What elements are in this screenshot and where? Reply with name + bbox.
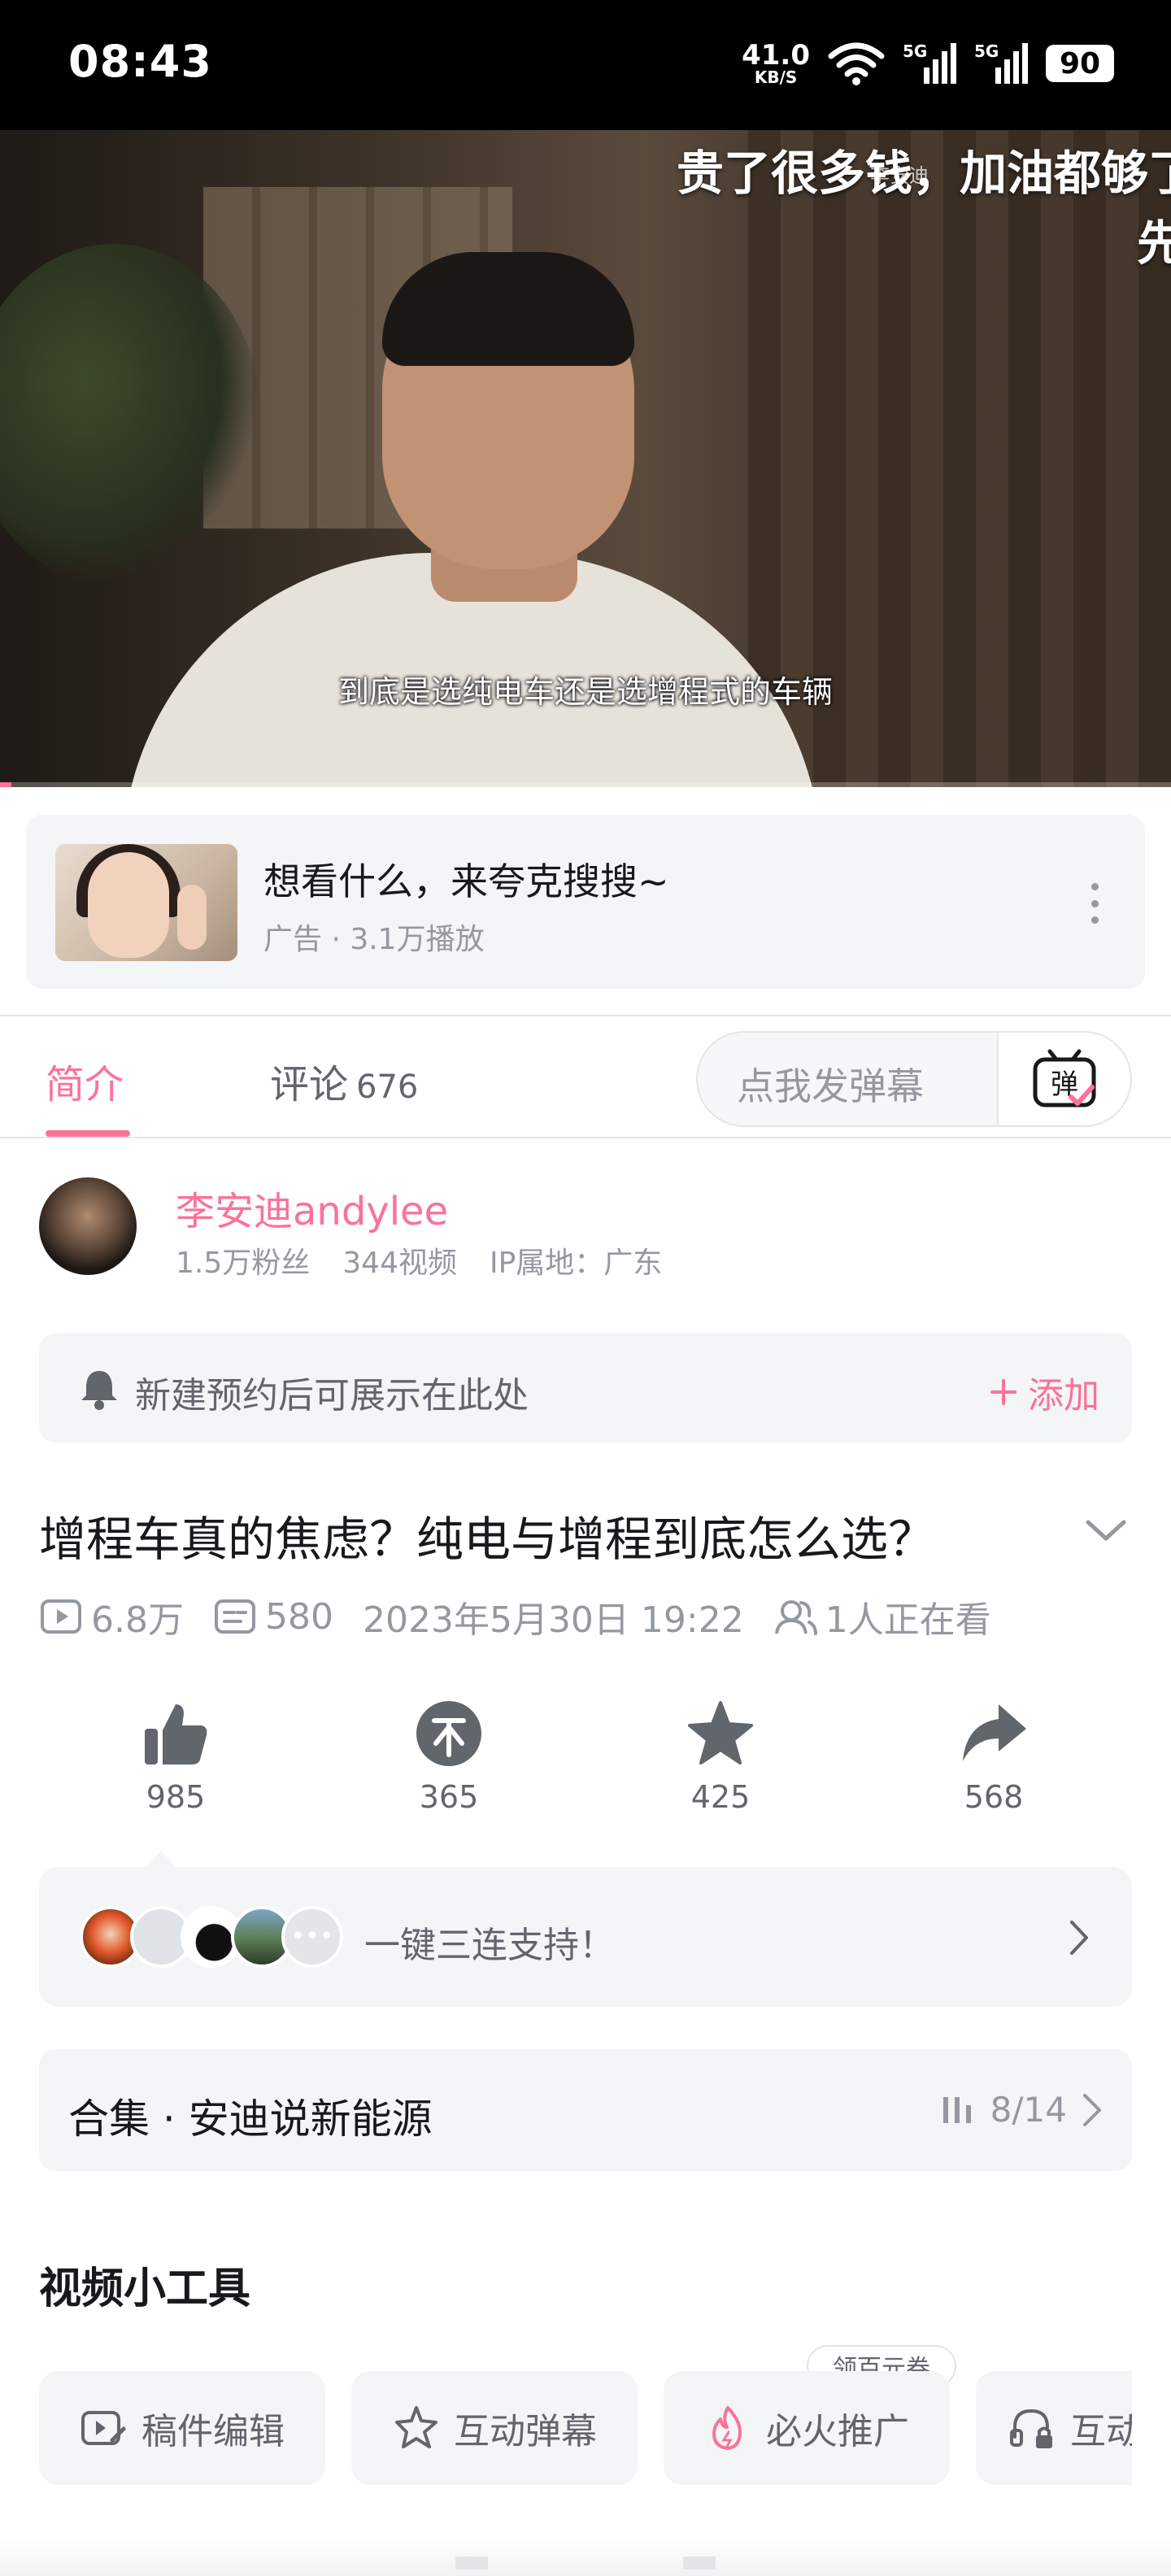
status-bar: 08:43 41.0 KB/S 5G 5G 90 <box>0 0 1171 130</box>
ad-meta: 广告 · 3.1万播放 <box>263 923 485 956</box>
battery-indicator: 90 <box>1046 45 1114 82</box>
coin-icon <box>416 1701 481 1766</box>
network-speed-value: 41.0 <box>742 39 810 72</box>
tool-label: 互动弹幕 <box>454 2411 597 2452</box>
uploader-fans: 1.5万粉丝 <box>176 1247 311 1280</box>
ad-thumbnail <box>55 844 237 961</box>
flame-icon <box>712 2406 742 2450</box>
chevron-down-icon[interactable] <box>1083 1514 1129 1547</box>
tab-intro[interactable]: 简介 <box>46 1052 124 1109</box>
play-count-icon <box>41 1599 81 1634</box>
video-player[interactable]: 贵了很多钱，加油都够了 李安迪 先 到底是选纯电车还是选增程式的车辆 <box>0 130 1171 787</box>
svg-text:弹: 弹 <box>1051 1068 1078 1101</box>
video-title: 增程车真的焦虑？纯电与增程到底怎么选？ <box>39 1512 936 1567</box>
more-supporters-avatar: ••• <box>281 1906 343 1968</box>
publish-date: 2023年5月30日 19:22 <box>362 1599 744 1641</box>
video-top-subtitle-2: 先 <box>1136 215 1171 271</box>
ad-card[interactable]: 想看什么，来夸克搜搜~ 广告 · 3.1万播放 <box>26 815 1145 989</box>
wifi-icon <box>828 42 885 85</box>
video-progress-fill <box>0 782 12 787</box>
add-reservation-label: 添加 <box>1028 1375 1099 1416</box>
status-indicators: 41.0 KB/S 5G 5G 90 <box>742 37 1114 89</box>
play-count: 6.8万 <box>91 1599 184 1641</box>
plus-icon <box>990 1379 1016 1405</box>
tools-title: 视频小工具 <box>39 2265 251 2313</box>
collection-title: 合集 · 安迪说新能源 <box>68 2095 433 2143</box>
share-arrow-icon <box>963 1704 1026 1761</box>
tool-interactive-danmaku[interactable]: 互动弹幕 <box>351 2371 638 2485</box>
uploader-avatar[interactable] <box>39 1177 137 1275</box>
video-subtitle: 到底是选纯电车还是选增程式的车辆 <box>337 674 833 710</box>
tab-bar: 简介 评论 676 点我发弹幕 弹 <box>0 1015 1171 1138</box>
chevron-right-icon <box>1070 1921 1088 1955</box>
network-speed: 41.0 KB/S <box>742 41 810 85</box>
danmaku-count: 580 <box>264 1595 333 1638</box>
triple-pointer <box>145 1851 177 1869</box>
tools-row: 稿件编辑 互动弹幕 必火推广 互动 <box>39 2371 1132 2485</box>
like-button[interactable]: 985 <box>102 1698 249 1815</box>
danmaku-icon: 弹 <box>1033 1049 1096 1107</box>
more-icon[interactable] <box>1090 883 1099 924</box>
danmaku-count-icon <box>214 1599 255 1634</box>
video-person-hair <box>382 252 634 366</box>
add-reservation-button[interactable]: 添加 <box>989 1366 1099 1418</box>
share-button[interactable]: 568 <box>921 1698 1067 1815</box>
video-edit-icon <box>81 2411 126 2445</box>
watching-count: 1人正在看 <box>825 1599 991 1641</box>
favorite-count: 425 <box>690 1779 751 1815</box>
coin-count: 365 <box>419 1779 479 1815</box>
share-count: 568 <box>964 1779 1024 1815</box>
tab-active-indicator <box>46 1130 130 1137</box>
tab-comments-label: 评论 <box>270 1062 349 1107</box>
episodes-icon <box>942 2096 971 2123</box>
triple-support-text: 一键三连支持！ <box>364 1925 615 1966</box>
tool-label: 互动 <box>1070 2411 1132 2452</box>
video-meta: 6.8万 580 2023年5月30日 19:22 1人正在看 <box>39 1592 991 1641</box>
danmaku-toggle-button[interactable]: 弹 <box>997 1033 1130 1125</box>
signal-bars-icon <box>924 43 956 84</box>
uploader-stats: 1.5万粉丝 344视频 IP属地：广东 <box>176 1239 662 1281</box>
reservation-text: 新建预约后可展示在此处 <box>135 1375 529 1416</box>
tool-label: 必火推广 <box>766 2411 909 2452</box>
collection-card[interactable]: 合集 · 安迪说新能源 8/14 <box>39 2049 1132 2171</box>
triple-support-banner[interactable]: ••• 一键三连支持！ <box>39 1867 1132 2007</box>
chevron-right-icon <box>1083 2093 1101 2126</box>
tab-comments-count: 676 <box>356 1068 419 1106</box>
signal-bars-icon <box>995 43 1028 84</box>
video-watermark: 李安迪 <box>870 164 929 187</box>
tool-edit-submission[interactable]: 稿件编辑 <box>39 2371 325 2485</box>
uploader-videos: 344视频 <box>342 1247 457 1280</box>
tool-label: 稿件编辑 <box>141 2411 285 2452</box>
star-icon <box>688 1701 753 1764</box>
network-speed-unit: KB/S <box>754 67 798 87</box>
favorite-button[interactable]: 425 <box>647 1698 794 1815</box>
status-time: 08:43 <box>68 36 212 87</box>
danmaku-placeholder: 点我发弹幕 <box>737 1064 924 1108</box>
tool-promotion[interactable]: 必火推广 <box>664 2371 950 2485</box>
ad-thumbnail-hand <box>177 885 207 950</box>
uploader-ip: IP属地：广东 <box>489 1247 663 1280</box>
ad-title: 想看什么，来夸克搜搜~ <box>263 859 669 903</box>
headset-lock-icon <box>1010 2408 1052 2448</box>
ad-thumbnail-face <box>88 852 169 958</box>
action-bar: 985 365 425 568 <box>0 1698 1171 1836</box>
tab-comments[interactable]: 评论 676 <box>270 1052 418 1109</box>
cell-signal-1: 5G <box>903 41 956 85</box>
collection-progress: 8/14 <box>940 2090 1103 2130</box>
gesture-bar <box>455 2556 716 2569</box>
viewers-icon <box>774 1600 817 1635</box>
collection-progress-text: 8/14 <box>990 2090 1067 2130</box>
danmaku-input[interactable]: 点我发弹幕 弹 <box>696 1031 1132 1127</box>
cell-signal-2: 5G <box>974 41 1028 85</box>
sparkle-icon <box>395 2406 437 2448</box>
video-progress-bar[interactable] <box>0 782 1171 787</box>
bell-icon <box>81 1371 117 1410</box>
like-count: 985 <box>146 1779 206 1815</box>
uploader-name[interactable]: 李安迪andylee <box>176 1179 448 1236</box>
thumbs-up-icon <box>145 1704 207 1764</box>
coin-button[interactable]: 365 <box>376 1698 522 1815</box>
tool-interactive[interactable]: 互动 <box>976 2371 1132 2485</box>
reservation-banner: 新建预约后可展示在此处 添加 <box>39 1334 1132 1442</box>
supporter-avatars: ••• <box>80 1906 348 1968</box>
